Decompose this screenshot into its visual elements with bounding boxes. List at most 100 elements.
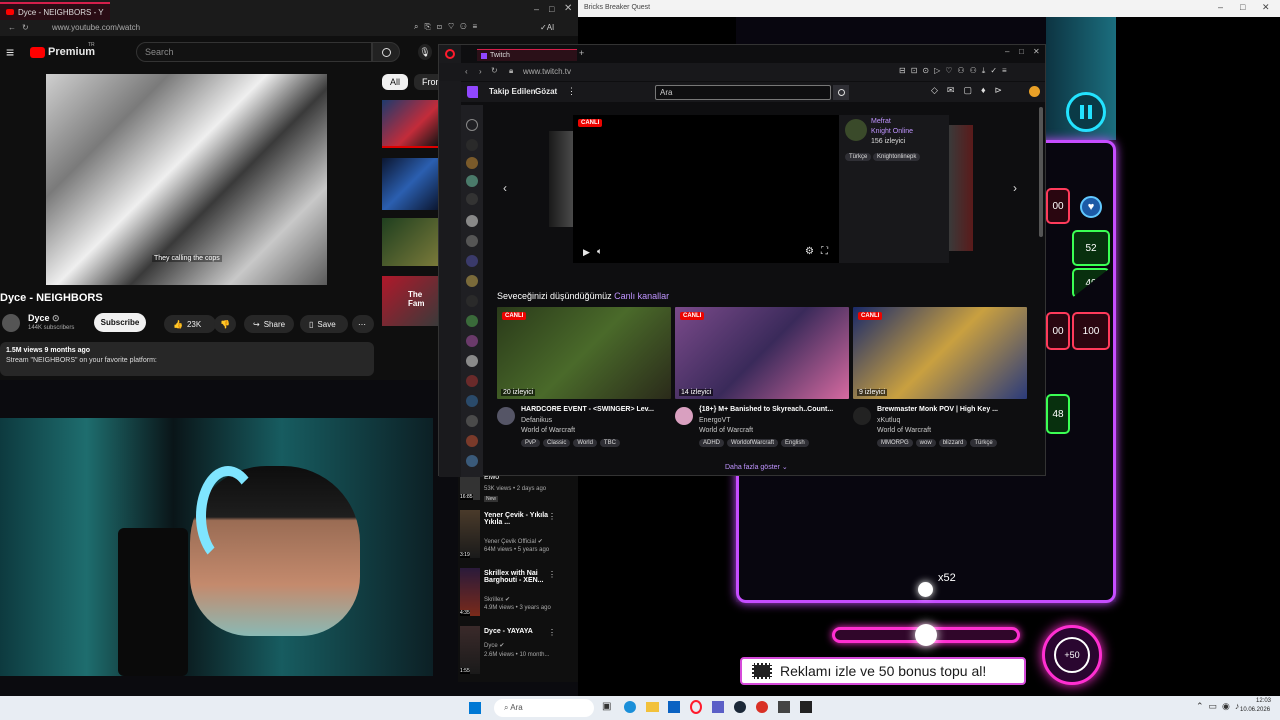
list-item[interactable]: 3:19 Yener Çevik - Yıkıla Yıkıla ... Yen… [458, 510, 578, 560]
watch-ad-banner[interactable]: Reklamı izle ve 50 bonus topu al! [740, 657, 1026, 685]
card-tag[interactable]: TBC [599, 439, 620, 447]
start-button-icon[interactable] [469, 702, 481, 714]
sidebar-channel-avatar[interactable] [466, 455, 478, 467]
save-button[interactable]: ▯ Save [300, 315, 348, 333]
taskbar-search[interactable]: ⌕ Ara [494, 699, 594, 717]
sidebar-channel-avatar[interactable] [466, 375, 478, 387]
featured-channel-name[interactable]: Mefrat [871, 118, 891, 125]
yt-url[interactable]: www.youtube.com/watch [52, 23, 140, 32]
window-minimize-button[interactable]: – [1005, 47, 1009, 56]
card-tag[interactable]: WorldofWarcraft [727, 439, 779, 447]
list-item[interactable]: 4:35 Skrillex with Nai Barghouti - XEN..… [458, 568, 578, 618]
yt-related-thumb[interactable]: The Fam [382, 276, 438, 326]
featured-tag[interactable]: Türkçe [845, 153, 872, 161]
avatar[interactable] [2, 314, 20, 332]
task-view-icon[interactable]: ▣ [602, 701, 611, 712]
pause-button[interactable] [1066, 92, 1106, 132]
explorer-icon[interactable] [646, 702, 659, 712]
stream-card[interactable]: CANLI 20 izleyici HARDCORE EVENT - <SWIN… [497, 307, 671, 457]
yt-search-button[interactable] [372, 42, 400, 62]
featured-stream-player[interactable]: CANLI ▶ 🔈︎ ⚙ ⛶ [573, 115, 839, 263]
card-thumbnail[interactable]: CANLI 9 izleyici [853, 307, 1027, 399]
card-tag[interactable]: MMORPG [877, 439, 913, 447]
yt-browser-tab[interactable]: Dyce - NEIGHBORS - Y [0, 2, 110, 20]
more-options-button[interactable]: ⋯ [352, 315, 374, 333]
sidebar-channel-avatar[interactable] [466, 415, 478, 427]
subscribe-button[interactable]: Subscribe [94, 313, 146, 332]
twitch-search-button[interactable] [833, 85, 849, 100]
sidebar-channel-avatar[interactable] [466, 435, 478, 447]
app-icon[interactable] [800, 701, 812, 713]
window-maximize-button[interactable]: □ [1240, 2, 1245, 12]
dislike-button[interactable]: 👎 [214, 315, 236, 333]
play-icon[interactable]: ▶ [583, 247, 590, 258]
card-thumbnail[interactable]: CANLI 14 izleyici [675, 307, 849, 399]
sidebar-channel-avatar[interactable] [466, 175, 478, 187]
sidebar-channel-avatar[interactable] [466, 235, 478, 247]
card-tag[interactable]: PvP [521, 439, 541, 447]
opera-icon[interactable] [445, 49, 455, 59]
sidebar-channel-avatar[interactable] [466, 139, 478, 151]
clock-time[interactable]: 12:03 [1256, 698, 1271, 704]
card-title[interactable]: HARDCORE EVENT - <SWINGER> Lev... [521, 406, 654, 413]
window-close-button[interactable]: ✕ [1033, 47, 1040, 56]
show-more-button[interactable]: Daha fazla göster ⌄ [725, 463, 788, 471]
share-button[interactable]: ↪ Share [244, 315, 294, 333]
card-streamer[interactable]: EnergoVT [699, 417, 731, 424]
sidebar-channel-avatar[interactable] [466, 255, 478, 267]
clock-date[interactable]: 10.06.2026 [1240, 707, 1270, 713]
sidebar-channel-avatar[interactable] [466, 315, 478, 327]
featured-game[interactable]: Knight Online [871, 128, 913, 135]
card-streamer[interactable]: Defanikus [521, 417, 552, 424]
yt-related-thumb[interactable] [382, 100, 438, 148]
teams-icon[interactable] [712, 701, 724, 713]
card-tag[interactable]: World [573, 439, 597, 447]
card-tag[interactable]: Classic [543, 439, 571, 447]
opera-icon[interactable] [690, 700, 702, 714]
card-tag[interactable]: Türkçe [970, 439, 997, 447]
reload-icon[interactable]: ↻ [491, 66, 498, 75]
fullscreen-icon[interactable]: ⛶ [821, 246, 828, 257]
reload-icon[interactable]: ↻ [22, 23, 29, 32]
more-icon[interactable]: ⋮ [548, 512, 556, 521]
ai-button[interactable]: ✓AI [540, 23, 554, 32]
carousel-next-icon[interactable]: › [1013, 181, 1017, 195]
card-avatar[interactable] [853, 407, 871, 425]
outlook-icon[interactable] [668, 701, 680, 713]
card-tag[interactable]: wow [915, 439, 936, 447]
channel-name[interactable]: Dyce ⊙ [28, 313, 60, 324]
twitch-browser-tab[interactable]: Twitch [477, 49, 577, 61]
nav-icons[interactable]: ◇✉▢♦⊳ [931, 85, 1011, 96]
extension-icons[interactable]: ⊟⊡⊙▷♡⚇⚇⤓✓≡ [899, 66, 1012, 76]
card-title[interactable]: Brewmaster Monk POV | High Key ... [877, 406, 998, 413]
tw-url[interactable]: www.twitch.tv [523, 67, 571, 76]
card-tag[interactable]: blizzard [938, 439, 968, 447]
card-game[interactable]: World of Warcraft [521, 427, 575, 434]
scrollbar[interactable] [1039, 107, 1043, 237]
twitch-logo-icon[interactable] [467, 86, 478, 98]
nav-following[interactable]: Takip Edilen [489, 87, 536, 96]
window-close-button[interactable]: ✕ [564, 3, 572, 14]
yt-related-thumb[interactable] [382, 158, 438, 210]
nav-more-icon[interactable]: ⋮ [567, 86, 576, 97]
sidebar-channel-avatar[interactable] [466, 119, 478, 131]
yt-search-input[interactable]: Search [136, 42, 372, 62]
twitch-search-input[interactable]: Ara [655, 85, 831, 100]
sidebar-channel-avatar[interactable] [466, 395, 478, 407]
sidebar-channel-avatar[interactable] [466, 193, 478, 205]
sidebar-channel-avatar[interactable] [466, 215, 478, 227]
card-thumbnail[interactable]: CANLI 20 izleyici [497, 307, 671, 399]
carousel-prev-icon[interactable]: ‹ [503, 181, 507, 195]
window-close-button[interactable]: ✕ [1262, 2, 1270, 13]
back-icon[interactable]: ← [8, 23, 16, 32]
steam-icon[interactable] [734, 701, 746, 713]
stream-card[interactable]: CANLI 9 izleyici Brewmaster Monk POV | H… [853, 307, 1027, 457]
sidebar-channel-avatar[interactable] [466, 355, 478, 367]
youtube-logo-icon[interactable] [30, 47, 45, 58]
new-tab-button[interactable]: + [579, 48, 584, 58]
sidebar-channel-avatar[interactable] [466, 157, 478, 169]
carousel-side-card[interactable] [549, 131, 573, 227]
back-icon[interactable]: ‹ [465, 67, 468, 76]
card-tag[interactable]: English [781, 439, 809, 447]
menu-icon[interactable]: ≡ [6, 44, 14, 60]
